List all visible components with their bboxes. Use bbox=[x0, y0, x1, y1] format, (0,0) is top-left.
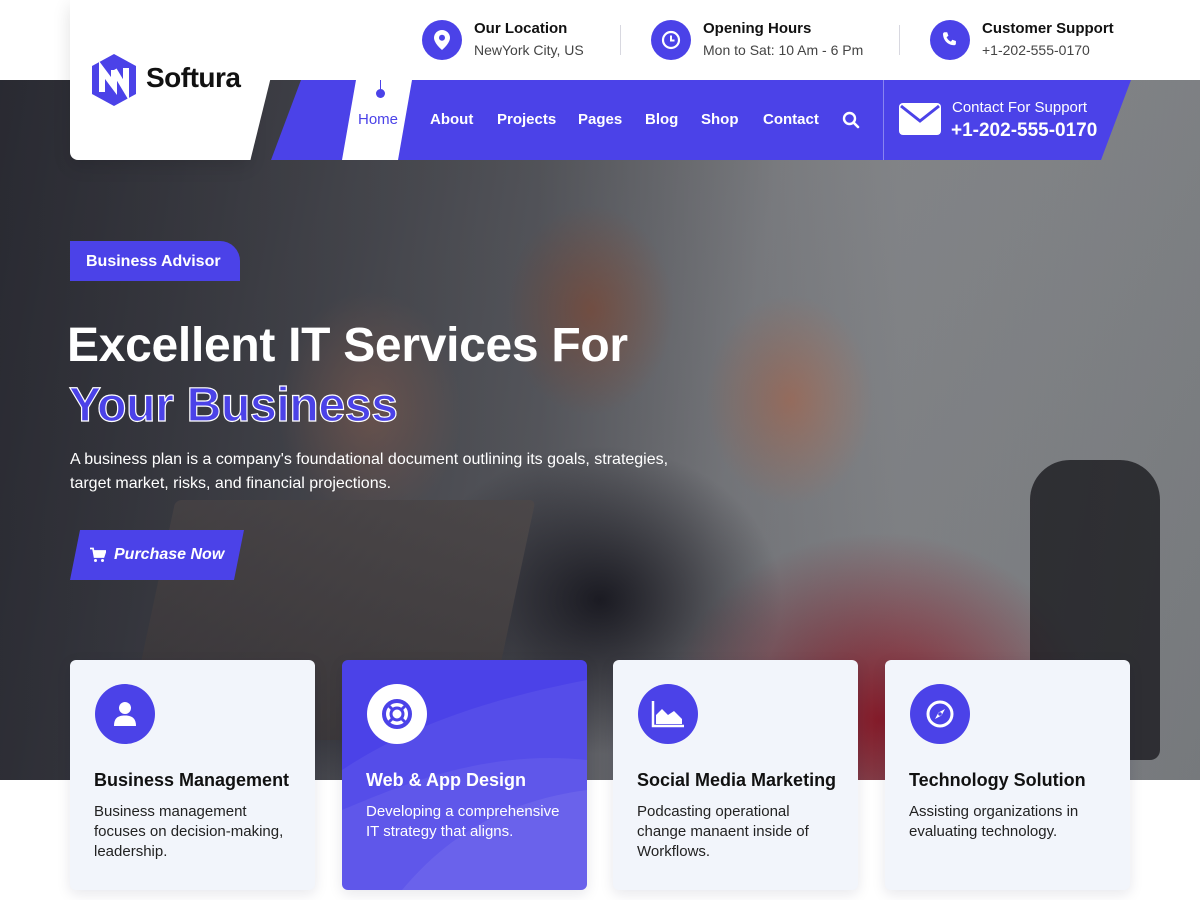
softura-logo-icon bbox=[92, 54, 136, 106]
info-divider bbox=[620, 25, 621, 55]
area-chart-icon bbox=[638, 684, 698, 744]
lifebuoy-icon bbox=[367, 684, 427, 744]
location-title: Our Location bbox=[474, 20, 568, 37]
purchase-now-label: Purchase Now bbox=[114, 546, 225, 563]
location-value: NewYork City, US bbox=[474, 42, 584, 58]
contact-support-label: Contact For Support bbox=[952, 99, 1088, 116]
phone-icon bbox=[930, 20, 970, 60]
service-title: Web & App Design bbox=[366, 770, 527, 790]
clock-icon bbox=[651, 20, 691, 60]
info-hours: Opening Hours Mon to Sat: 10 Am - 6 Pm bbox=[651, 20, 863, 60]
info-divider bbox=[899, 25, 900, 55]
service-card-social-media-marketing[interactable]: Social Media Marketing Podcasting operat… bbox=[613, 660, 858, 890]
service-description: Podcasting operational change manaent in… bbox=[637, 803, 809, 860]
service-card-business-management[interactable]: Business Management Business management … bbox=[70, 660, 315, 890]
support-value[interactable]: +1-202-555-0170 bbox=[982, 40, 1114, 60]
search-icon[interactable] bbox=[842, 111, 860, 129]
service-description: Developing a comprehensive IT strategy t… bbox=[366, 803, 560, 840]
nav-item-shop[interactable]: Shop bbox=[701, 111, 739, 128]
info-support: Customer Support +1-202-555-0170 bbox=[930, 20, 1114, 60]
nav-item-blog[interactable]: Blog bbox=[645, 111, 678, 128]
service-card-technology-solution[interactable]: Technology Solution Assisting organizati… bbox=[885, 660, 1130, 890]
hero-headline-line2: Your Business bbox=[68, 378, 398, 432]
service-title: Technology Solution bbox=[909, 770, 1086, 790]
hours-value: Mon to Sat: 10 Am - 6 Pm bbox=[703, 42, 864, 58]
service-title: Social Media Marketing bbox=[637, 770, 837, 790]
hero-badge: Business Advisor bbox=[70, 241, 240, 281]
info-location: Our Location NewYork City, US bbox=[422, 20, 584, 60]
user-icon bbox=[95, 684, 155, 744]
nav-active-indicator-dot bbox=[376, 89, 385, 98]
brand-name: Softura bbox=[146, 62, 241, 93]
nav-item-about[interactable]: About bbox=[430, 111, 473, 128]
location-pin-icon bbox=[422, 20, 462, 60]
nav-item-projects[interactable]: Projects bbox=[497, 111, 556, 128]
cart-icon bbox=[90, 547, 106, 563]
compass-icon bbox=[910, 684, 970, 744]
purchase-now-button[interactable]: Purchase Now bbox=[70, 530, 244, 580]
nav-item-pages[interactable]: Pages bbox=[578, 111, 622, 128]
nav-item-home[interactable]: Home bbox=[358, 111, 398, 128]
service-description: Assisting organizations in evaluating te… bbox=[909, 803, 1079, 840]
contact-support-phone[interactable]: +1-202-555-0170 bbox=[951, 120, 1097, 142]
service-description: Business management focuses on decision-… bbox=[94, 803, 284, 860]
service-card-web-app-design[interactable]: Web & App Design Developing a comprehens… bbox=[342, 660, 587, 890]
envelope-icon bbox=[899, 103, 941, 135]
support-title: Customer Support bbox=[982, 20, 1114, 37]
nav-divider bbox=[883, 80, 884, 160]
hours-title: Opening Hours bbox=[703, 20, 812, 37]
hero-description: A business plan is a company's foundatio… bbox=[70, 451, 669, 492]
hero-headline-line1: Excellent IT Services For bbox=[67, 319, 628, 372]
nav-item-contact[interactable]: Contact bbox=[763, 111, 819, 128]
service-title: Business Management bbox=[94, 770, 290, 790]
